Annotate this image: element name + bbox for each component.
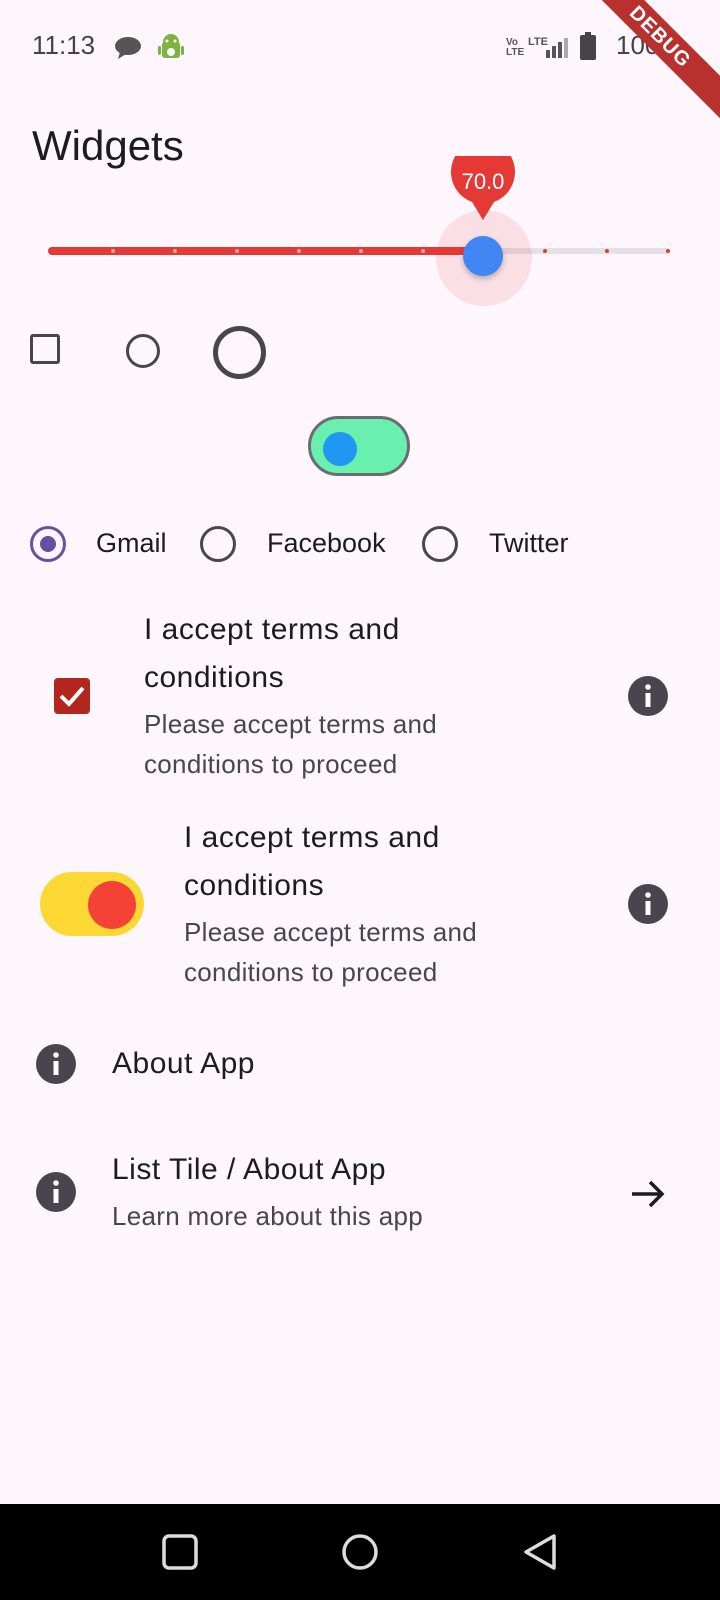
checkbox-tile-subtitle-line2: conditions to proceed	[144, 749, 398, 779]
slider-value-label: 70.0	[461, 169, 505, 194]
radio-gmail[interactable]	[30, 526, 66, 562]
radio-twitter[interactable]	[422, 526, 458, 562]
radio-facebook[interactable]	[200, 526, 236, 562]
slider-tick	[235, 249, 239, 253]
small-radio[interactable]	[126, 334, 160, 368]
plain-checkbox[interactable]	[30, 334, 60, 364]
list-tile-subtitle: Learn more about this app	[112, 1201, 424, 1231]
slider-thumb[interactable]	[463, 236, 503, 276]
slider-tick	[605, 249, 609, 253]
message-icon	[115, 37, 141, 59]
radio-label-facebook[interactable]: Facebook	[267, 528, 386, 559]
recents-button[interactable]	[160, 1532, 200, 1572]
terms-switch-thumb[interactable]	[88, 881, 136, 929]
page-title: Widgets	[32, 122, 184, 169]
slider-tick	[111, 249, 115, 253]
slider-tick	[421, 249, 425, 253]
battery-icon	[580, 32, 596, 60]
volte-label: Vo LTE	[506, 37, 525, 58]
large-radio[interactable]	[213, 326, 266, 379]
switch-tile-subtitle-line1: Please accept terms and	[184, 917, 478, 947]
list-tile-title: List Tile / About App	[112, 1153, 387, 1186]
arrow-forward-icon[interactable]	[628, 1174, 668, 1214]
status-time: 11:13	[32, 30, 96, 60]
android-debug-icon	[158, 34, 184, 58]
terms-checkbox[interactable]	[54, 678, 90, 714]
info-icon	[36, 1172, 76, 1212]
slider-tick	[173, 249, 177, 253]
slider-tick	[543, 249, 547, 253]
check-icon	[59, 686, 85, 707]
signal-icon	[546, 38, 568, 58]
switch-tile-title-line2: conditions	[184, 869, 325, 902]
home-button[interactable]	[340, 1532, 380, 1572]
slider-tick	[666, 249, 670, 253]
debug-banner: DEBUG	[571, 0, 720, 126]
back-button[interactable]	[520, 1532, 560, 1572]
info-icon	[628, 884, 668, 924]
checkbox-tile-subtitle-line1: Please accept terms and	[144, 709, 438, 739]
slider-tick	[297, 249, 301, 253]
checkbox-tile-title-line1: I accept terms and	[144, 613, 400, 646]
radio-label-gmail[interactable]: Gmail	[96, 528, 167, 559]
info-icon	[36, 1044, 76, 1084]
slider-tick	[359, 249, 363, 253]
about-app-title: About App	[112, 1047, 255, 1080]
center-switch-thumb[interactable]	[323, 432, 357, 466]
lte-label: LTE	[528, 36, 548, 48]
switch-tile-subtitle-line2: conditions to proceed	[184, 957, 438, 987]
checkbox-tile-title-line2: conditions	[144, 661, 285, 694]
system-nav-bar	[0, 1504, 720, 1600]
switch-tile-title-line1: I accept terms and	[184, 821, 440, 854]
info-icon	[628, 676, 668, 716]
radio-label-twitter[interactable]: Twitter	[489, 528, 569, 559]
